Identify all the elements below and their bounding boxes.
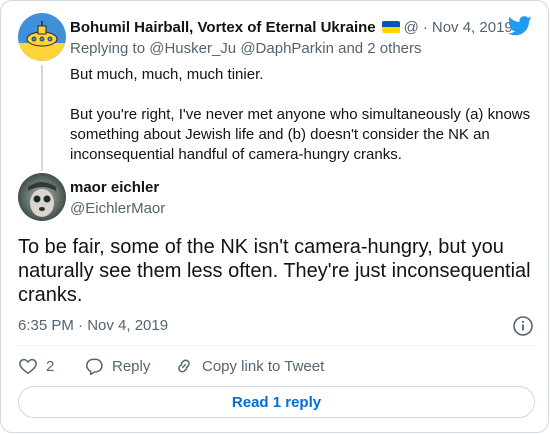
like-count: 2: [46, 357, 55, 375]
parent-author-handle[interactable]: @: [404, 19, 419, 36]
copy-link-label: Copy link to Tweet: [202, 357, 325, 375]
speech-bubble-icon: [86, 358, 103, 376]
mention-husker-ju[interactable]: @Husker_Ju: [149, 40, 236, 57]
main-author-name[interactable]: maor eichler: [70, 179, 159, 196]
ukraine-flag-icon: [381, 21, 400, 33]
parent-author-avatar[interactable]: [18, 13, 66, 61]
replying-prefix: Replying to: [70, 40, 150, 57]
twitter-bird-icon[interactable]: [508, 16, 532, 36]
reply-label: Reply: [112, 357, 151, 375]
parent-tweet-paragraph-2: But you're right, I've never met anyone …: [70, 106, 531, 163]
parent-author-line: Bohumil Hairball, Vortex of Eternal Ukra…: [70, 17, 513, 37]
thread-connector-line: [41, 65, 43, 171]
main-tweet-timestamp[interactable]: 6:35 PM · Nov 4, 2019: [18, 317, 168, 334]
mention-daphparkin[interactable]: @DaphParkin: [240, 40, 334, 57]
replying-others[interactable]: and 2 others: [334, 40, 421, 57]
parent-author-name[interactable]: Bohumil Hairball, Vortex of Eternal Ukra…: [70, 19, 376, 36]
info-icon[interactable]: [512, 315, 534, 337]
link-icon: [178, 359, 190, 373]
heart-icon: [19, 358, 37, 374]
read-replies-button[interactable]: Read 1 reply: [18, 386, 535, 418]
parent-tweet-date[interactable]: Nov 4, 2019: [432, 19, 513, 36]
main-tweet-text: To be fair, some of the NK isn't camera-…: [18, 236, 531, 306]
parent-tweet-paragraph-1: But much, much, much tinier.: [70, 66, 264, 83]
reply-button[interactable]: Reply: [84, 356, 174, 376]
main-author-avatar[interactable]: [18, 173, 66, 221]
actions-divider: [18, 345, 535, 346]
like-button[interactable]: 2: [18, 356, 84, 376]
tweet-actions-bar: 2 Reply Copy link to Tweet: [18, 355, 324, 377]
main-author-handle[interactable]: @EichlerMaor: [70, 200, 165, 217]
separator-dot: ·: [422, 18, 428, 36]
tweet-embed-card: Bohumil Hairball, Vortex of Eternal Ukra…: [0, 0, 549, 433]
copy-link-button[interactable]: Copy link to Tweet: [174, 356, 324, 376]
parent-tweet-text: But much, much, much tinier. But you're …: [70, 65, 535, 165]
replying-to-line: Replying to @Husker_Ju @DaphParkin and 2…: [70, 40, 422, 57]
